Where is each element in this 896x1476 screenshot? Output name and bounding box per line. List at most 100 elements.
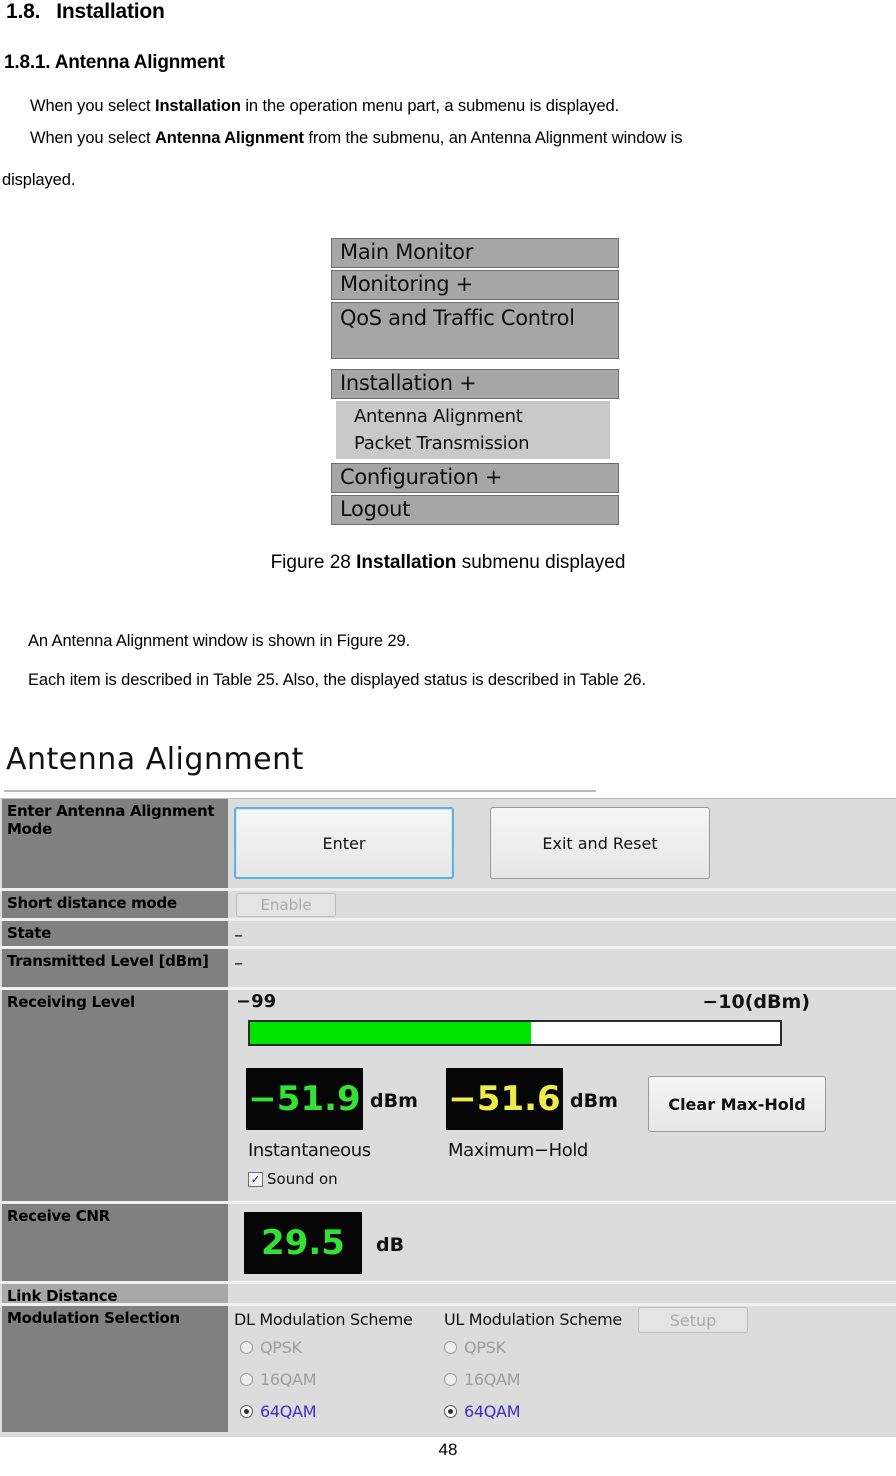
dl-option-qpsk[interactable]: QPSK xyxy=(240,1338,302,1357)
maximum-hold-readout: −51.6 xyxy=(446,1068,563,1130)
row-enter-alignment-mode: Enter Antenna Alignment Mode Enter Exit … xyxy=(0,799,896,891)
row-transmitted-level: Transmitted Level [dBm] – xyxy=(0,949,896,990)
paragraph-3: displayed. xyxy=(2,171,76,189)
antenna-alignment-form: Enter Antenna Alignment Mode Enter Exit … xyxy=(0,798,896,1437)
ul-modulation-header: UL Modulation Scheme xyxy=(444,1310,622,1329)
receive-cnr-readout: 29.5 xyxy=(244,1212,362,1274)
paragraph-1-post: in the operation menu part, a submenu is… xyxy=(240,97,620,115)
paragraph-1-pre: When you select xyxy=(30,97,155,115)
receiving-level-bar xyxy=(248,1020,782,1046)
page-title: 1.8. Installation xyxy=(6,0,165,24)
paragraph-4: An Antenna Alignment window is shown in … xyxy=(28,632,411,650)
row-receiving-level: Receiving Level −99 −10(dBm) −51.9 dBm −… xyxy=(0,990,896,1204)
ul-option-qpsk-label: QPSK xyxy=(464,1338,506,1357)
page-number: 48 xyxy=(438,1440,458,1459)
exit-and-reset-button[interactable]: Exit and Reset xyxy=(490,807,710,879)
radio-selected-icon[interactable] xyxy=(240,1405,253,1418)
receive-cnr-unit: dB xyxy=(376,1234,405,1256)
figure-28-caption: Figure 28 Installation submenu displayed xyxy=(0,552,896,574)
ul-option-16qam-label: 16QAM xyxy=(464,1370,521,1389)
dl-option-qpsk-label: QPSK xyxy=(260,1338,302,1357)
figure-caption-pre: Figure 28 xyxy=(270,552,357,573)
document-page: 1.8. Installation 1.8.1. Antenna Alignmen… xyxy=(0,0,896,1476)
antenna-alignment-window: Antenna Alignment Enter Antenna Alignmen… xyxy=(0,736,896,1437)
section-title: Installation xyxy=(56,0,165,23)
field-short-distance-mode: Enable xyxy=(230,891,896,918)
paragraph-2-bold: Antenna Alignment xyxy=(154,129,304,147)
field-enter-alignment-mode: Enter Exit and Reset xyxy=(230,799,896,888)
label-enter-alignment-mode: Enter Antenna Alignment Mode xyxy=(2,799,228,888)
clear-max-hold-button[interactable]: Clear Max-Hold xyxy=(648,1076,826,1132)
label-modulation-selection: Modulation Selection xyxy=(2,1306,228,1432)
submenu-item-packet-transmission[interactable]: Packet Transmission xyxy=(354,430,610,457)
submenu-item-antenna-alignment[interactable]: Antenna Alignment xyxy=(354,403,610,430)
sound-on-checkbox-row[interactable]: ✓ Sound on xyxy=(248,1170,338,1188)
transmitted-level-value: – xyxy=(234,953,243,974)
field-modulation-selection: DL Modulation Scheme UL Modulation Schem… xyxy=(230,1306,896,1432)
paragraph-2-post: from the submenu, an Antenna Alignment w… xyxy=(303,129,683,147)
title-divider xyxy=(4,790,596,792)
radio-icon[interactable] xyxy=(444,1341,457,1354)
field-receive-cnr: 29.5 dB xyxy=(230,1204,896,1281)
figure-caption-post: submenu displayed xyxy=(456,552,626,573)
paragraph-2: When you select Antenna Alignment from t… xyxy=(30,128,683,148)
menu-item-monitoring[interactable]: Monitoring + xyxy=(331,270,619,300)
field-state: – xyxy=(230,921,896,946)
maximum-hold-caption: Maximum−Hold xyxy=(448,1140,588,1161)
sound-on-checkbox[interactable]: ✓ xyxy=(248,1171,263,1187)
ul-option-64qam-label: 64QAM xyxy=(464,1402,521,1421)
dl-option-16qam[interactable]: 16QAM xyxy=(240,1370,317,1389)
label-link-distance: Link Distance xyxy=(2,1284,228,1305)
row-link-distance: Link Distance xyxy=(0,1284,896,1306)
radio-icon[interactable] xyxy=(444,1373,457,1386)
menu-item-configuration[interactable]: Configuration + xyxy=(331,463,619,493)
menu-item-installation[interactable]: Installation + xyxy=(331,369,619,399)
ul-option-64qam[interactable]: 64QAM xyxy=(444,1402,521,1421)
figure-caption-bold: Installation xyxy=(356,552,457,573)
field-link-distance xyxy=(230,1284,896,1303)
paragraph-5: Each item is described in Table 25. Also… xyxy=(28,671,646,689)
paragraph-1: When you select Installation in the oper… xyxy=(30,96,619,116)
enter-button[interactable]: Enter xyxy=(234,807,454,879)
maximum-hold-unit: dBm xyxy=(570,1090,618,1112)
label-short-distance-mode: Short distance mode xyxy=(2,891,228,918)
dl-modulation-header: DL Modulation Scheme xyxy=(234,1310,413,1329)
row-short-distance-mode: Short distance mode Enable xyxy=(0,891,896,921)
paragraph-2-pre: When you select xyxy=(30,129,155,147)
section-number: 1.8. xyxy=(6,0,41,23)
sound-on-label: Sound on xyxy=(267,1170,338,1188)
menu-item-main-monitor[interactable]: Main Monitor xyxy=(331,238,619,268)
instantaneous-caption: Instantaneous xyxy=(248,1140,371,1161)
dl-option-64qam[interactable]: 64QAM xyxy=(240,1402,317,1421)
field-transmitted-level: – xyxy=(230,949,896,987)
row-state: State – xyxy=(0,921,896,949)
row-modulation-selection: Modulation Selection DL Modulation Schem… xyxy=(0,1306,896,1432)
enable-button[interactable]: Enable xyxy=(236,893,336,917)
label-transmitted-level: Transmitted Level [dBm] xyxy=(2,949,228,987)
receiving-level-bar-fill xyxy=(250,1022,531,1044)
dl-option-64qam-label: 64QAM xyxy=(260,1402,317,1421)
menu-item-logout[interactable]: Logout xyxy=(331,495,619,525)
label-state: State xyxy=(2,921,228,946)
radio-icon[interactable] xyxy=(240,1341,253,1354)
instantaneous-readout: −51.9 xyxy=(246,1068,363,1130)
installation-submenu-figure: Main Monitor Monitoring + QoS and Traffi… xyxy=(331,238,622,533)
menu-item-qos-and-traffic-control[interactable]: QoS and Traffic Control xyxy=(331,302,619,359)
setup-button[interactable]: Setup xyxy=(638,1307,748,1333)
label-receiving-level: Receiving Level xyxy=(2,990,228,1201)
ul-option-qpsk[interactable]: QPSK xyxy=(444,1338,506,1357)
state-value: – xyxy=(234,925,243,946)
subsection-title: 1.8.1. Antenna Alignment xyxy=(4,52,225,73)
instantaneous-unit: dBm xyxy=(370,1090,418,1112)
radio-icon[interactable] xyxy=(240,1373,253,1386)
radio-selected-icon[interactable] xyxy=(444,1405,457,1418)
antenna-alignment-heading: Antenna Alignment xyxy=(6,742,304,777)
row-receive-cnr: Receive CNR 29.5 dB xyxy=(0,1204,896,1284)
scale-max-label: −10(dBm) xyxy=(702,991,810,1013)
dl-option-16qam-label: 16QAM xyxy=(260,1370,317,1389)
ul-option-16qam[interactable]: 16QAM xyxy=(444,1370,521,1389)
paragraph-1-bold: Installation xyxy=(154,97,241,115)
submenu-installation: Antenna Alignment Packet Transmission xyxy=(336,401,610,459)
scale-min-label: −99 xyxy=(236,991,277,1012)
field-receiving-level: −99 −10(dBm) −51.9 dBm −51.6 dBm Clear M… xyxy=(230,990,896,1201)
